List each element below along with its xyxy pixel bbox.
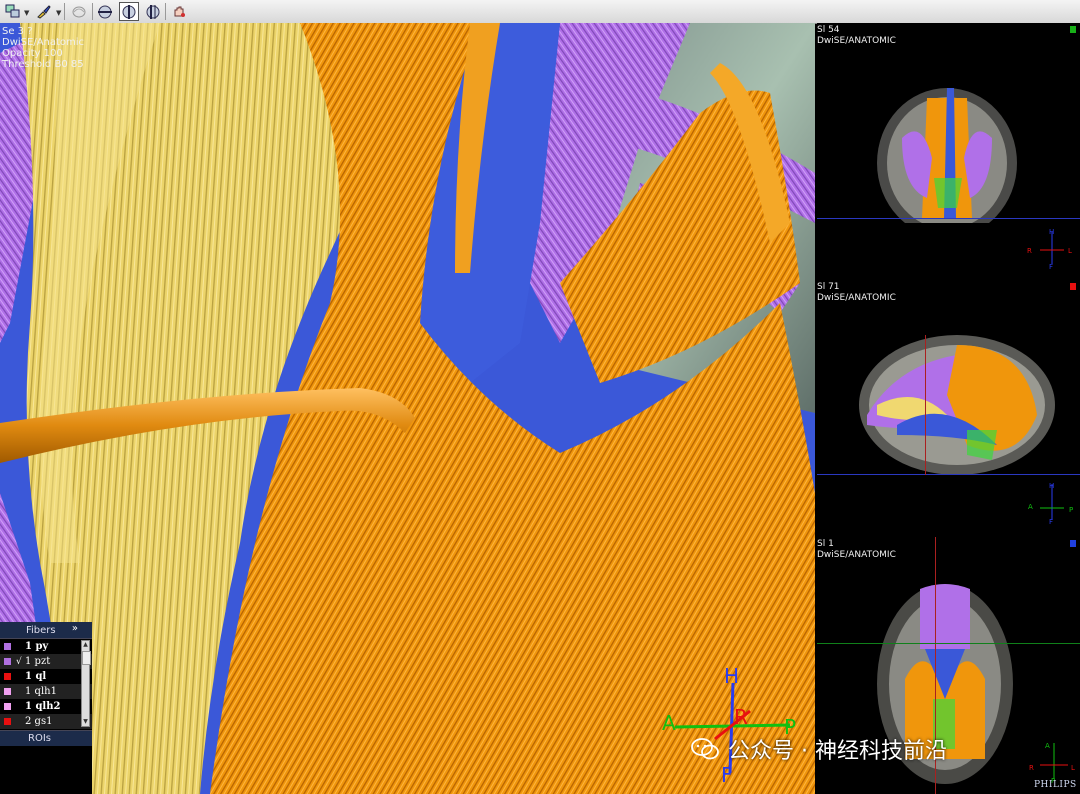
orient-head: H (724, 664, 740, 688)
brush-icon (37, 5, 51, 19)
orient-posterior: P (1069, 506, 1074, 514)
fiber-select-tool-button[interactable] (69, 2, 89, 21)
orient-foot: F (1049, 518, 1054, 526)
fiber-label: 1 py (25, 641, 49, 652)
fiber-item[interactable]: 1 qlh2 (0, 699, 92, 714)
toolbar-separator (64, 3, 65, 20)
orient-right: R (1027, 247, 1032, 255)
opacity-label: Opacity 100 (2, 48, 63, 59)
slice-view-coronal[interactable]: Sl 54 DwiSE/ANATOMIC H R L F (817, 23, 1080, 273)
sagittal-plane-icon (122, 5, 136, 19)
orient-right: R (1029, 764, 1034, 772)
orient-right: R (734, 705, 748, 729)
orient-head: H (1049, 482, 1055, 490)
hand-pan-icon (174, 6, 185, 17)
fiber-color-swatch[interactable] (4, 688, 11, 695)
crosshair-line (925, 335, 926, 475)
scroll-down-icon[interactable]: ▼ (82, 718, 89, 726)
orient-foot: F (721, 763, 733, 787)
fiber-item[interactable]: 2 gs1 (0, 714, 92, 729)
orient-anterior: A (1045, 742, 1050, 750)
clip-plane-tool-button[interactable] (95, 2, 115, 21)
fiber-color-swatch[interactable] (4, 718, 11, 725)
fibers-panel-header[interactable]: Fibers » (0, 622, 92, 639)
threshold-label: Threshold B0 85 (2, 59, 84, 70)
scroll-up-icon[interactable]: ▲ (82, 641, 89, 649)
slice-protocol: DwiSE/ANATOMIC (817, 36, 896, 46)
coronal-plane-icon (146, 5, 160, 19)
fiber-item[interactable]: 1 ql (0, 669, 92, 684)
fibers-title: Fibers (26, 624, 56, 636)
slice-number: Sl 54 (817, 25, 840, 35)
toolbar-separator (165, 3, 166, 20)
fiber-label: 1 qlh2 (25, 701, 61, 712)
vendor-logo: PHILIPS (1034, 780, 1077, 790)
watermark: 公众号 · 神经科技前沿 (690, 733, 947, 765)
fiber-select-icon (72, 6, 86, 18)
fiber-label: 1 ql (25, 671, 47, 682)
sagittal-view-tool-button[interactable] (119, 2, 139, 21)
expand-panel-button[interactable]: » (72, 623, 78, 634)
slice-marker (1070, 26, 1076, 33)
fiber-color-swatch[interactable] (4, 643, 11, 650)
crosshair-line (817, 643, 1080, 644)
orient-left: L (1071, 764, 1075, 772)
slice-number: Sl 1 (817, 539, 834, 549)
slice-view-sagittal[interactable]: Sl 71 DwiSE/ANATOMIC H A P F (817, 280, 1080, 530)
slice-protocol: DwiSE/ANATOMIC (817, 293, 896, 303)
sagittal-brain-image (859, 335, 1055, 475)
slice-number: Sl 71 (817, 282, 840, 292)
fiber-label: 2 gs1 (25, 716, 53, 727)
fiber-color-swatch[interactable] (4, 703, 11, 710)
protocol-label: DwiSE/Anatomic (2, 37, 85, 48)
orient-foot: F (1049, 263, 1054, 271)
slice-protocol: DwiSE/ANATOMIC (817, 550, 896, 560)
orient-anterior: A (662, 711, 676, 735)
slice-marker (1070, 540, 1076, 547)
fiber-color-swatch[interactable] (4, 673, 11, 680)
fiber-list: 1 py √ 1 pzt 1 ql 1 qlh1 1 qlh2 2 gs1 (0, 639, 92, 729)
crosshair-line (817, 474, 1080, 475)
brush-dropdown-icon[interactable]: ▼ (56, 9, 61, 17)
orient-head: H (1049, 228, 1055, 236)
slice-marker (1070, 283, 1076, 290)
fiber-list-scrollbar[interactable]: ▲ ▼ (81, 640, 91, 727)
wechat-icon (691, 738, 719, 760)
fiber-checkbox[interactable]: √ (16, 657, 25, 667)
layout-dropdown-icon[interactable]: ▼ (24, 9, 29, 17)
pan-tool-button[interactable] (169, 2, 189, 21)
coronal-brain-image (877, 88, 1017, 223)
brush-tool-button[interactable] (34, 2, 54, 21)
series-label: Se 3 ? (2, 26, 33, 37)
tractography-3d-viewport[interactable]: Se 3 ? DwiSE/Anatomic Opacity 100 Thresh… (0, 23, 815, 794)
crosshair-line (817, 218, 1080, 219)
orient-left: L (1068, 247, 1072, 255)
main-toolbar: ▼ ▼ (0, 0, 1080, 24)
layout-icon (5, 4, 20, 18)
watermark-text: 公众号 · 神经科技前沿 (728, 739, 947, 764)
rois-panel-header[interactable]: ROIs (0, 730, 92, 746)
fibers-panel: Fibers » 1 py √ 1 pzt 1 ql 1 qlh1 1 qlh2 (0, 622, 92, 794)
clip-plane-icon (98, 5, 112, 19)
fiber-item[interactable]: 1 qlh1 (0, 684, 92, 699)
scrollbar-thumb[interactable] (82, 651, 91, 665)
layout-tool-button[interactable] (3, 2, 23, 21)
fiber-label: 1 pzt (25, 656, 51, 667)
fiber-label: 1 qlh1 (25, 686, 57, 697)
coronal-view-tool-button[interactable] (143, 2, 163, 21)
toolbar-separator (92, 3, 93, 20)
orient-anterior: A (1028, 503, 1033, 511)
fiber-item[interactable]: 1 py (0, 639, 92, 654)
fiber-item[interactable]: √ 1 pzt (0, 654, 92, 669)
fiber-color-swatch[interactable] (4, 658, 11, 665)
